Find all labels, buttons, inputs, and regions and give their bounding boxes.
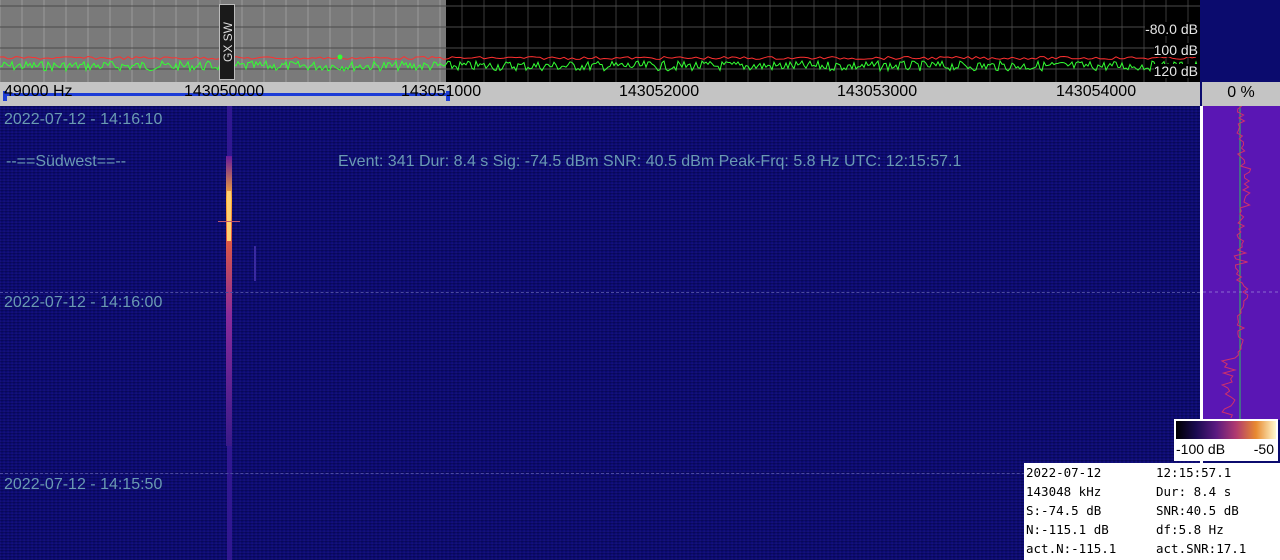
spectrum-panel[interactable]: GX SW -80.0 dB 100 dB 120 dB bbox=[0, 0, 1200, 82]
color-scale-max: -50 bbox=[1253, 441, 1274, 457]
stats-actual-noise: act.N:-115.1 bbox=[1026, 541, 1117, 556]
time-gridline bbox=[0, 292, 1200, 293]
stats-noise: N:-115.1 dB bbox=[1026, 522, 1109, 537]
stats-row: S:-74.5 dB SNR:40.5 dB bbox=[1026, 501, 1280, 521]
freq-tick-3: 143052000 bbox=[619, 83, 700, 100]
event-details: Event: 341 Dur: 8.4 s Sig: -74.5 dBm SNR… bbox=[338, 153, 962, 170]
stats-frequency: 143048 kHz bbox=[1026, 484, 1102, 499]
event-stats-box: 2022-07-12 12:15:57.1 143048 kHz Dur: 8.… bbox=[1024, 463, 1280, 560]
stats-duration: Dur: 8.4 s bbox=[1156, 484, 1232, 499]
db-label-mid: 100 dB bbox=[1153, 42, 1200, 58]
signal-history-panel[interactable] bbox=[1203, 106, 1280, 420]
freq-tick-4: 143053000 bbox=[837, 83, 918, 100]
stats-row: act.N:-115.1 act.SNR:17.1 bbox=[1026, 539, 1280, 559]
stats-time: 12:15:57.1 bbox=[1156, 465, 1232, 480]
stats-row: 2022-07-12 12:15:57.1 bbox=[1026, 463, 1280, 483]
timestamp-label: 2022-07-12 - 14:16:10 bbox=[4, 111, 163, 128]
spectrum-plot bbox=[0, 0, 1200, 82]
freq-tick-2: 143051000 bbox=[401, 83, 482, 100]
timestamp-label: 2022-07-12 - 14:15:50 bbox=[4, 476, 163, 493]
stats-signal: S:-74.5 dB bbox=[1026, 503, 1102, 518]
stats-date: 2022-07-12 bbox=[1026, 465, 1102, 480]
color-scale-legend: -100 dB -50 bbox=[1174, 419, 1278, 461]
color-scale-min: -100 dB bbox=[1176, 441, 1226, 457]
meteor-trail bbox=[218, 106, 256, 560]
freq-tick-1: 143050000 bbox=[184, 83, 265, 100]
percent-readout: 0 % bbox=[1202, 82, 1280, 106]
stats-row: N:-115.1 dB df:5.8 Hz bbox=[1026, 520, 1280, 540]
gxsw-marker[interactable]: GX SW bbox=[219, 4, 235, 80]
gxsw-marker-label: GX SW bbox=[221, 22, 235, 63]
frequency-axis[interactable]: 49000 Hz 143050000 143051000 143052000 1… bbox=[0, 82, 1200, 106]
waterfall-display[interactable]: 2022-07-12 - 14:16:10 2022-07-12 - 14:16… bbox=[0, 106, 1200, 560]
stats-row: 143048 kHz Dur: 8.4 s bbox=[1026, 482, 1280, 502]
stats-snr: SNR:40.5 dB bbox=[1156, 503, 1239, 518]
signal-history-trace bbox=[1220, 106, 1252, 419]
timestamp-label: 2022-07-12 - 14:16:00 bbox=[4, 294, 163, 311]
peak-marker bbox=[337, 54, 343, 60]
freq-tick-5: 143054000 bbox=[1056, 83, 1137, 100]
db-label-top: -80.0 dB bbox=[1145, 21, 1200, 37]
db-label-bottom: 120 dB bbox=[1153, 63, 1200, 79]
station-name: --==Südwest==-- bbox=[6, 153, 127, 170]
signal-history-plot bbox=[1203, 106, 1280, 420]
stats-actual-snr: act.SNR:17.1 bbox=[1156, 541, 1247, 556]
color-scale-bar bbox=[1176, 421, 1276, 439]
freq-tick-0: 49000 Hz bbox=[4, 83, 73, 100]
time-gridline bbox=[0, 473, 1200, 474]
stats-df: df:5.8 Hz bbox=[1156, 522, 1224, 537]
